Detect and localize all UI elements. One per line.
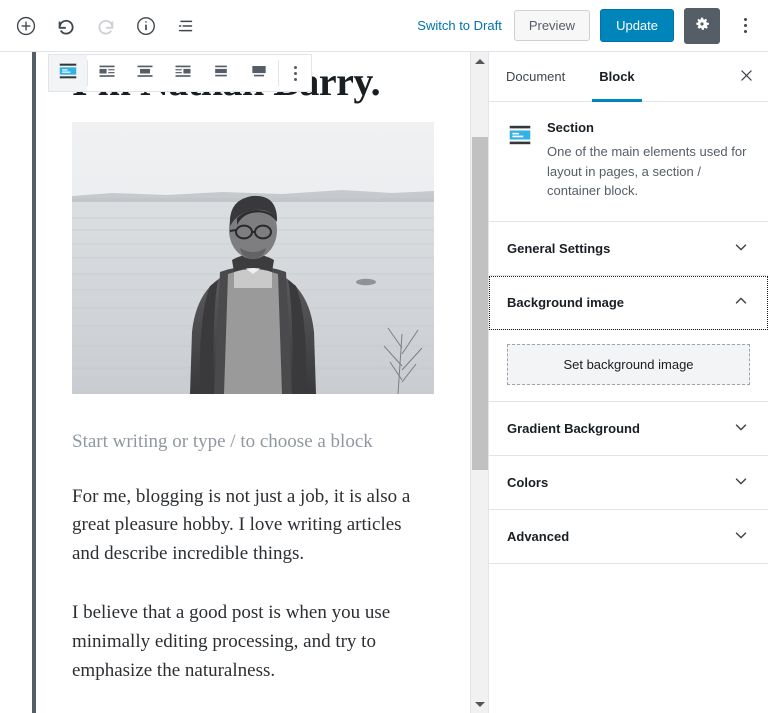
update-button[interactable]: Update bbox=[600, 9, 674, 42]
chevron-down-icon bbox=[732, 238, 750, 259]
panel-advanced-label: Advanced bbox=[507, 528, 570, 544]
add-block-button[interactable] bbox=[8, 8, 44, 44]
selected-block-indicator bbox=[32, 52, 36, 713]
preview-button[interactable]: Preview bbox=[513, 10, 591, 41]
panel-background-image-toggle[interactable]: Background image bbox=[489, 276, 768, 329]
undo-icon bbox=[55, 15, 77, 37]
block-card-text: Section One of the main elements used fo… bbox=[547, 120, 752, 201]
sidebar-tabs: Document Block bbox=[489, 52, 768, 102]
triangle-up-icon bbox=[475, 58, 485, 64]
editor-scrollbar[interactable] bbox=[470, 52, 488, 713]
triangle-down-icon bbox=[475, 701, 485, 707]
block-card-title: Section bbox=[547, 120, 594, 135]
top-bar-right-actions: Switch to Draft Preview Update bbox=[415, 7, 768, 44]
block-card: Section One of the main elements used fo… bbox=[489, 102, 768, 222]
section-block-icon bbox=[507, 120, 533, 201]
gear-icon bbox=[693, 15, 711, 36]
editor-top-bar: Switch to Draft Preview Update bbox=[0, 0, 768, 52]
undo-button[interactable] bbox=[48, 8, 84, 44]
panel-general-settings-label: General Settings bbox=[507, 240, 611, 256]
close-icon bbox=[738, 67, 755, 87]
panel-gradient-background: Gradient Background bbox=[489, 401, 768, 456]
panel-gradient-background-toggle[interactable]: Gradient Background bbox=[489, 402, 768, 455]
scroll-down-button[interactable] bbox=[471, 695, 488, 713]
info-circle-icon bbox=[135, 15, 157, 37]
panel-background-image-body: Set background image bbox=[489, 329, 768, 402]
panel-colors: Colors bbox=[489, 455, 768, 510]
close-sidebar-button[interactable] bbox=[724, 52, 768, 101]
panel-advanced: Advanced bbox=[489, 509, 768, 564]
switch-to-draft-button[interactable]: Switch to Draft bbox=[415, 14, 504, 37]
section-block-icon bbox=[57, 60, 79, 87]
hero-image[interactable] bbox=[72, 122, 434, 394]
scroll-up-button[interactable] bbox=[471, 52, 488, 70]
empty-paragraph-placeholder[interactable]: Start writing or type / to choose a bloc… bbox=[72, 428, 458, 457]
align-full-icon bbox=[249, 61, 269, 86]
scrollbar-thumb[interactable] bbox=[472, 137, 488, 470]
redo-icon bbox=[95, 15, 117, 37]
settings-sidebar: Document Block Section One of the main e… bbox=[488, 52, 768, 713]
panel-colors-toggle[interactable]: Colors bbox=[489, 456, 768, 509]
section-block-highlight[interactable] bbox=[72, 122, 434, 394]
paragraph-block-2[interactable]: I believe that a good post is when you u… bbox=[72, 599, 417, 686]
wordpress-block-editor: Switch to Draft Preview Update Barry. St… bbox=[0, 0, 768, 713]
tab-document[interactable]: Document bbox=[489, 52, 582, 101]
panel-general-settings-toggle[interactable]: General Settings bbox=[489, 222, 768, 275]
redo-button[interactable] bbox=[88, 8, 124, 44]
panel-background-image: Background image bbox=[489, 275, 768, 330]
align-media-center-button[interactable] bbox=[126, 55, 164, 91]
editor-canvas[interactable]: I'm Nathan Barry. bbox=[0, 52, 470, 713]
block-more-options-button[interactable] bbox=[279, 55, 311, 91]
more-options-button[interactable] bbox=[730, 8, 760, 44]
panel-gradient-background-label: Gradient Background bbox=[507, 420, 640, 436]
block-navigation-button[interactable] bbox=[168, 8, 204, 44]
align-wide-button[interactable] bbox=[202, 55, 240, 91]
block-type-section-button[interactable] bbox=[49, 55, 87, 91]
background-image-controls: Set background image bbox=[489, 330, 768, 401]
align-media-left-button[interactable] bbox=[88, 55, 126, 91]
kebab-menu-icon bbox=[743, 18, 747, 33]
paragraph-block-1[interactable]: For me, blogging is not just a job, it i… bbox=[72, 483, 417, 570]
kebab-menu-icon bbox=[293, 65, 297, 81]
chevron-up-icon bbox=[732, 292, 750, 313]
set-background-image-button[interactable]: Set background image bbox=[507, 343, 750, 385]
post-content: I'm Nathan Barry. bbox=[38, 52, 458, 713]
panel-general-settings: General Settings bbox=[489, 221, 768, 276]
chevron-down-icon bbox=[732, 418, 750, 439]
settings-button[interactable] bbox=[684, 7, 720, 44]
align-media-left-icon bbox=[97, 61, 117, 86]
chevron-down-icon bbox=[732, 526, 750, 547]
align-full-button[interactable] bbox=[240, 55, 278, 91]
block-card-description: One of the main elements used for layout… bbox=[547, 144, 747, 198]
align-media-center-icon bbox=[135, 61, 155, 86]
plus-circle-icon bbox=[15, 15, 37, 37]
chevron-down-icon bbox=[732, 472, 750, 493]
panel-advanced-toggle[interactable]: Advanced bbox=[489, 510, 768, 563]
list-view-icon bbox=[175, 15, 197, 37]
align-wide-icon bbox=[211, 61, 231, 86]
align-media-right-icon bbox=[173, 61, 193, 86]
editor-area: I'm Nathan Barry. bbox=[0, 52, 488, 713]
panel-background-image-label: Background image bbox=[507, 294, 625, 310]
block-toolbar bbox=[48, 54, 312, 92]
content-info-button[interactable] bbox=[128, 8, 164, 44]
align-media-right-button[interactable] bbox=[164, 55, 202, 91]
tab-block[interactable]: Block bbox=[582, 52, 651, 102]
top-bar-left-tools bbox=[0, 8, 204, 44]
panel-colors-label: Colors bbox=[507, 474, 549, 490]
